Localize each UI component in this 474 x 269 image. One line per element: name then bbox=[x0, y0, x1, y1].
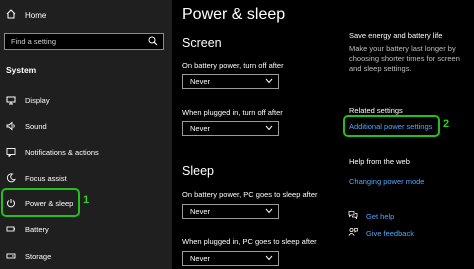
home-nav-item[interactable]: Home bbox=[6, 9, 46, 21]
get-help-link[interactable]: Get help bbox=[366, 212, 394, 221]
chevron-down-icon bbox=[265, 77, 273, 86]
sidebar-item-storage[interactable]: Storage bbox=[6, 249, 51, 263]
chevron-down-icon bbox=[265, 124, 273, 133]
notifications-icon bbox=[6, 147, 16, 157]
chevron-down-icon bbox=[265, 207, 273, 216]
home-label: Home bbox=[25, 10, 47, 20]
search-placeholder: Find a setting bbox=[11, 37, 57, 46]
changing-power-mode-link[interactable]: Changing power mode bbox=[349, 177, 424, 186]
dropdown-value: Never bbox=[190, 77, 211, 86]
sleep-section-heading: Sleep bbox=[182, 164, 214, 178]
screen-battery-label: On battery power, turn off after bbox=[182, 61, 284, 70]
additional-power-settings-link[interactable]: Additional power settings bbox=[349, 122, 432, 131]
search-icon[interactable] bbox=[148, 33, 158, 51]
screen-plugged-dropdown[interactable]: Never bbox=[182, 121, 279, 136]
system-section-label: System bbox=[6, 65, 37, 75]
display-icon bbox=[6, 95, 16, 105]
battery-icon bbox=[6, 224, 16, 234]
sidebar-item-focus-assist[interactable]: Focus assist bbox=[6, 171, 67, 185]
sidebar-item-notifications[interactable]: Notifications & actions bbox=[6, 145, 99, 159]
screen-battery-dropdown[interactable]: Never bbox=[182, 74, 279, 89]
help-from-web-heading: Help from the web bbox=[349, 157, 410, 166]
save-energy-description: Make your battery last longer by choosin… bbox=[349, 44, 460, 73]
callout-number-2: 2 bbox=[443, 118, 450, 130]
focus-assist-icon bbox=[6, 173, 16, 183]
sidebar-item-label: Focus assist bbox=[25, 173, 67, 183]
storage-icon bbox=[6, 251, 16, 261]
save-energy-title: Save energy and battery life bbox=[349, 31, 443, 40]
sleep-battery-label: On battery power, PC goes to sleep after bbox=[182, 190, 318, 199]
sound-icon bbox=[6, 121, 16, 131]
sleep-plugged-label: When plugged in, PC goes to sleep after bbox=[182, 237, 317, 246]
sidebar-item-display[interactable]: Display bbox=[6, 93, 50, 107]
sidebar-item-label: Display bbox=[25, 95, 50, 105]
sidebar-item-label: Notifications & actions bbox=[25, 147, 99, 157]
related-settings-heading: Related settings bbox=[349, 106, 403, 115]
sleep-battery-dropdown[interactable]: Never bbox=[182, 204, 279, 219]
page-title: Power & sleep bbox=[182, 6, 286, 23]
sidebar-item-label: Battery bbox=[25, 224, 49, 234]
feedback-icon bbox=[348, 227, 358, 239]
dropdown-value: Never bbox=[190, 254, 211, 263]
home-icon bbox=[6, 9, 16, 21]
chat-help-icon bbox=[348, 210, 358, 222]
sidebar-item-label: Storage bbox=[25, 251, 52, 261]
screen-section-heading: Screen bbox=[182, 36, 222, 50]
sidebar-item-battery[interactable]: Battery bbox=[6, 222, 49, 236]
sidebar-item-label: Sound bbox=[25, 121, 47, 131]
give-feedback-row[interactable]: Give feedback bbox=[348, 227, 414, 239]
settings-sidebar: Home Find a setting System Display Sound… bbox=[0, 0, 172, 269]
callout-number-1: 1 bbox=[83, 194, 90, 206]
screen-plugged-label: When plugged in, turn off after bbox=[182, 108, 283, 117]
dropdown-value: Never bbox=[190, 124, 211, 133]
search-input[interactable]: Find a setting bbox=[4, 33, 164, 50]
get-help-row[interactable]: Get help bbox=[348, 210, 394, 222]
dropdown-value: Never bbox=[190, 207, 211, 216]
give-feedback-link[interactable]: Give feedback bbox=[366, 229, 414, 238]
sidebar-item-sound[interactable]: Sound bbox=[6, 119, 47, 133]
power-sleep-highlight bbox=[1, 188, 80, 217]
sleep-plugged-dropdown[interactable]: Never bbox=[182, 251, 279, 266]
chevron-down-icon bbox=[265, 254, 273, 263]
